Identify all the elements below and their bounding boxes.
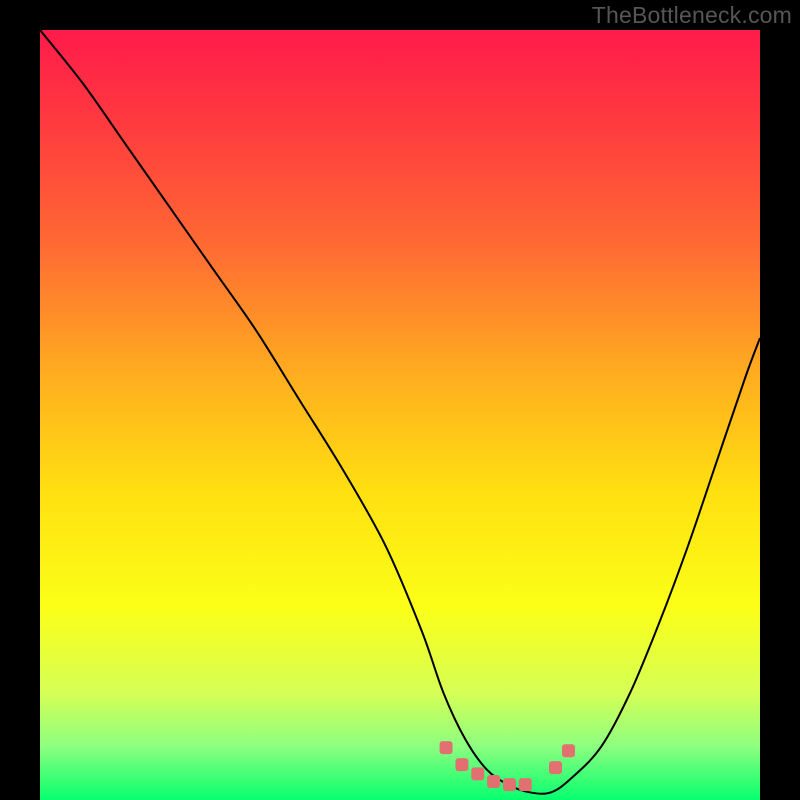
valley-marker xyxy=(471,767,484,780)
valley-marker xyxy=(455,758,468,771)
watermark-text: TheBottleneck.com xyxy=(592,2,792,29)
valley-marker xyxy=(503,778,516,791)
bottleneck-chart xyxy=(40,30,760,800)
valley-marker xyxy=(487,775,500,788)
valley-marker xyxy=(440,741,453,754)
valley-marker xyxy=(562,744,575,757)
valley-marker xyxy=(519,778,532,791)
valley-marker xyxy=(549,761,562,774)
